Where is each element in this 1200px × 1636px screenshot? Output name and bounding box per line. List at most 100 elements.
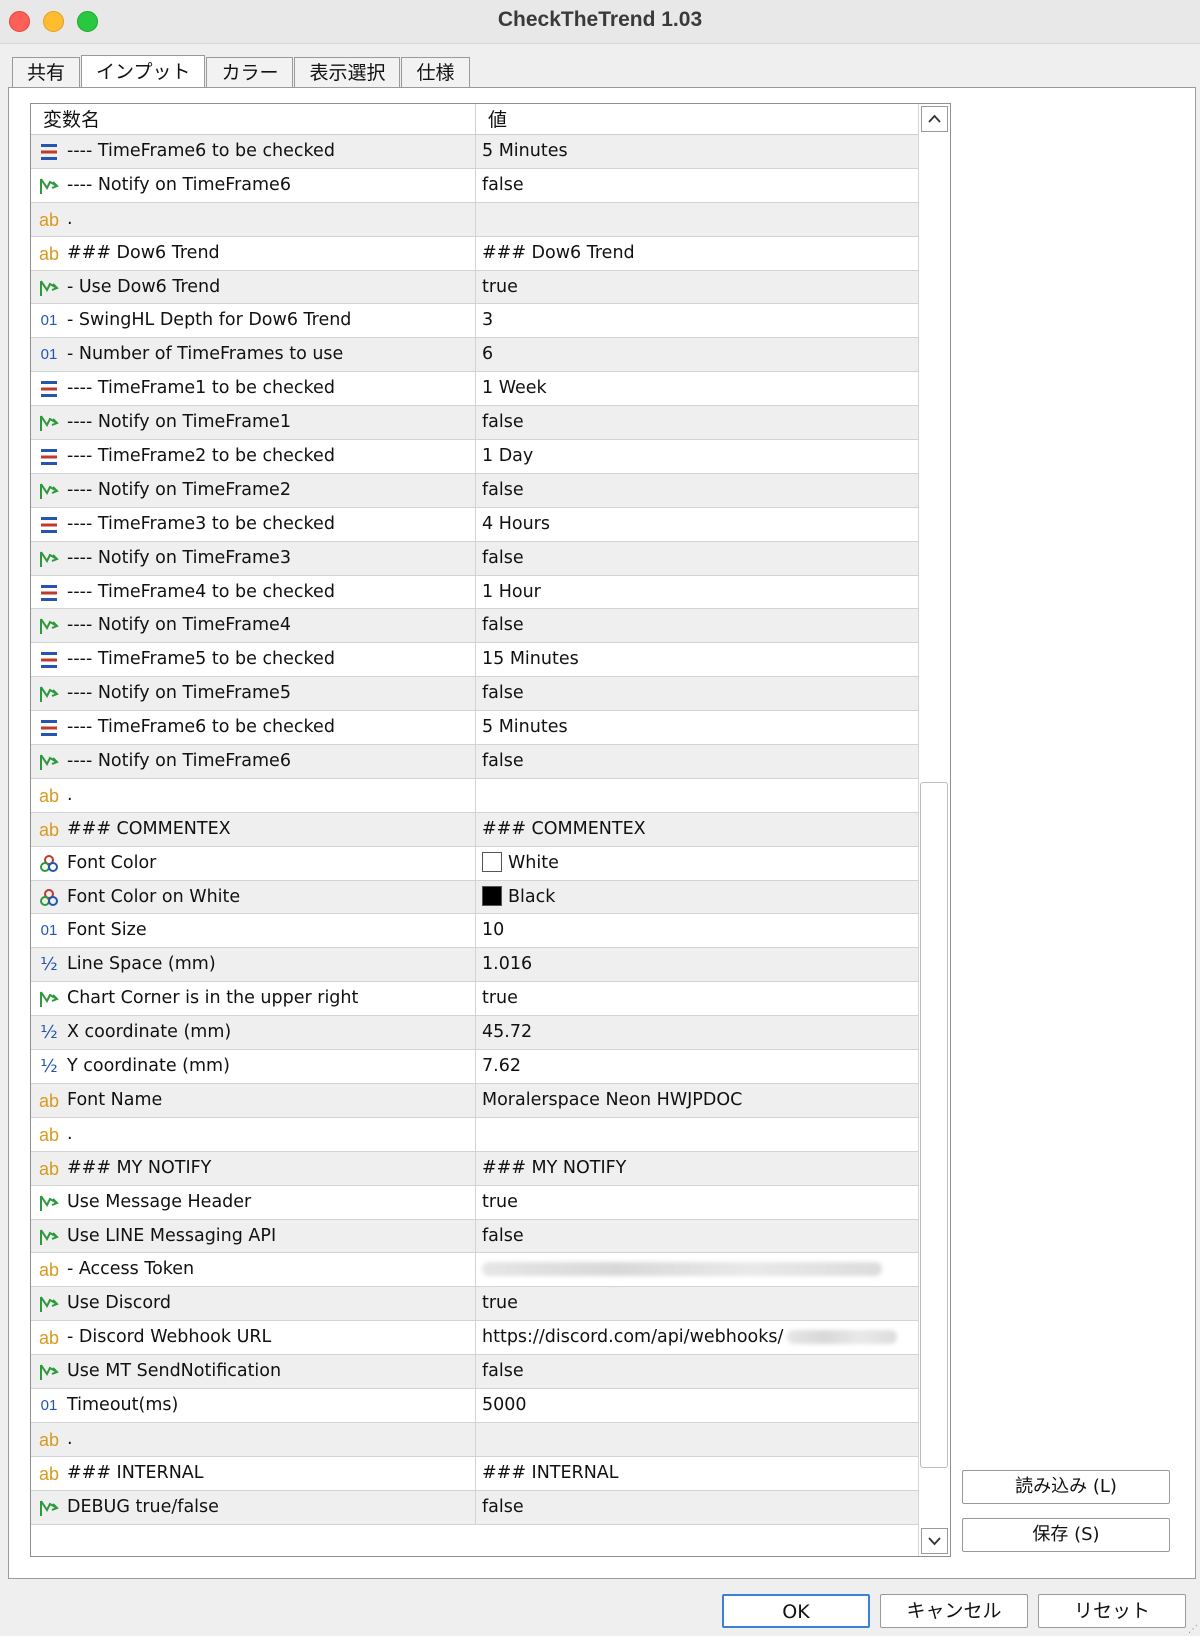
param-value-cell[interactable]: 1 Day xyxy=(476,440,918,473)
param-value-cell[interactable]: https://discord.com/api/webhooks/ xyxy=(476,1321,918,1354)
table-row[interactable]: 01 - SwingHL Depth for Dow6 Trend 3 xyxy=(31,304,918,339)
cancel-button[interactable]: キャンセル xyxy=(880,1594,1028,1628)
param-value-cell[interactable]: White xyxy=(476,847,918,880)
param-value-cell[interactable]: true xyxy=(476,1287,918,1320)
table-row[interactable]: 01 - Number of TimeFrames to use 6 xyxy=(31,338,918,373)
table-row[interactable]: 01 Timeout(ms) 5000 xyxy=(31,1388,918,1423)
table-row[interactable]: ---- Notify on TimeFrame2 false xyxy=(31,473,918,508)
table-row[interactable]: ---- Notify on TimeFrame1 false xyxy=(31,406,918,441)
tab-4[interactable]: 仕様 xyxy=(401,57,470,88)
table-row[interactable]: DEBUG true/false false xyxy=(31,1490,918,1525)
param-value-cell[interactable]: 5 Minutes xyxy=(476,135,918,168)
param-value-cell[interactable]: 7.62 xyxy=(476,1050,918,1083)
table-row[interactable]: ab ### COMMENTEX ### COMMENTEX xyxy=(31,812,918,847)
param-value-cell[interactable]: 5 Minutes xyxy=(476,711,918,744)
table-row[interactable]: - Use Dow6 Trend true xyxy=(31,270,918,305)
param-value-cell[interactable]: false xyxy=(476,474,918,507)
table-row[interactable]: ---- Notify on TimeFrame3 false xyxy=(31,541,918,576)
table-row[interactable]: ---- Notify on TimeFrame6 false xyxy=(31,745,918,779)
table-row[interactable]: ---- Notify on TimeFrame6 false xyxy=(31,168,918,203)
table-row[interactable]: Font Color White xyxy=(31,846,918,881)
reset-button[interactable]: リセット xyxy=(1038,1594,1186,1628)
tab-1[interactable]: インプット xyxy=(81,55,206,88)
table-row[interactable]: Chart Corner is in the upper right true xyxy=(31,982,918,1017)
table-row[interactable]: 01 Font Size 10 xyxy=(31,914,918,949)
param-value-cell[interactable]: ### MY NOTIFY xyxy=(476,1152,918,1185)
table-row[interactable]: ---- TimeFrame1 to be checked 1 Week xyxy=(31,372,918,407)
table-row[interactable]: ½ X coordinate (mm) 45.72 xyxy=(31,1016,918,1051)
param-value-cell[interactable] xyxy=(476,1423,918,1456)
table-row[interactable]: ½ Y coordinate (mm) 7.62 xyxy=(31,1050,918,1084)
vertical-scrollbar[interactable] xyxy=(918,104,950,1556)
tab-3[interactable]: 表示選択 xyxy=(294,57,401,88)
table-row[interactable]: Use Discord true xyxy=(31,1287,918,1322)
table-row[interactable]: Font Color on White Black xyxy=(31,880,918,915)
param-value-cell[interactable]: true xyxy=(476,1186,918,1219)
table-row[interactable]: ---- TimeFrame5 to be checked 15 Minutes xyxy=(31,643,918,678)
ok-button[interactable]: OK xyxy=(722,1594,870,1628)
param-value-cell[interactable]: 4 Hours xyxy=(476,508,918,541)
param-value-cell[interactable]: 6 xyxy=(476,338,918,371)
table-row[interactable]: ---- TimeFrame4 to be checked 1 Hour xyxy=(31,575,918,610)
param-value-cell[interactable]: Black xyxy=(476,881,918,914)
table-row[interactable]: ab. xyxy=(31,1117,918,1152)
table-row[interactable]: ---- TimeFrame2 to be checked 1 Day xyxy=(31,440,918,474)
table-row[interactable]: ab - Access Token xyxy=(31,1253,918,1288)
param-value-cell[interactable] xyxy=(476,779,918,812)
table-row[interactable]: ab. xyxy=(31,778,918,813)
tab-0[interactable]: 共有 xyxy=(12,57,81,88)
load-button[interactable]: 読み込み (L) xyxy=(962,1470,1170,1504)
param-value-cell[interactable]: ### COMMENTEX xyxy=(476,813,918,846)
color-icon xyxy=(38,853,60,875)
resize-grip-icon[interactable]: ⋰ xyxy=(1188,1624,1198,1635)
param-value-cell[interactable]: false xyxy=(476,406,918,439)
table-row[interactable]: ---- TimeFrame3 to be checked 4 Hours xyxy=(31,507,918,542)
param-value-cell[interactable]: Moralerspace Neon HWJPDOC xyxy=(476,1084,918,1117)
table-row[interactable]: ab - Discord Webhook URL https://discord.c… xyxy=(31,1321,918,1356)
param-value-cell[interactable]: false xyxy=(476,169,918,202)
column-header-name[interactable]: 変数名 xyxy=(31,104,476,135)
param-value-cell[interactable]: false xyxy=(476,1355,918,1388)
table-row[interactable]: ---- TimeFrame6 to be checked 5 Minutes xyxy=(31,711,918,746)
scroll-thumb[interactable] xyxy=(920,782,948,1468)
tab-2[interactable]: カラー xyxy=(206,57,294,88)
table-row[interactable]: ½ Line Space (mm) 1.016 xyxy=(31,948,918,983)
param-value-cell[interactable]: false xyxy=(476,677,918,710)
column-header-value[interactable]: 値 xyxy=(476,104,918,135)
param-value-cell[interactable]: 5000 xyxy=(476,1389,918,1422)
table-row[interactable]: Use MT SendNotification false xyxy=(31,1355,918,1389)
param-value-cell[interactable]: false xyxy=(476,1491,918,1524)
param-value-cell[interactable]: 15 Minutes xyxy=(476,643,918,676)
table-row[interactable]: ab. xyxy=(31,202,918,237)
param-value-cell[interactable] xyxy=(476,1118,918,1151)
param-value-cell[interactable]: false xyxy=(476,542,918,575)
param-value-cell[interactable]: 45.72 xyxy=(476,1016,918,1049)
table-row[interactable]: ---- TimeFrame6 to be checked 5 Minutes xyxy=(31,135,918,169)
table-row[interactable]: Use Message Header true xyxy=(31,1185,918,1220)
param-value-cell[interactable]: true xyxy=(476,271,918,304)
table-row[interactable]: ab Font Name Moralerspace Neon HWJPDOC xyxy=(31,1083,918,1118)
param-value-cell[interactable]: 3 xyxy=(476,304,918,337)
save-button[interactable]: 保存 (S) xyxy=(962,1518,1170,1552)
param-value-cell[interactable]: ### Dow6 Trend xyxy=(476,237,918,270)
param-value-cell[interactable]: ### INTERNAL xyxy=(476,1457,918,1490)
param-value-cell[interactable]: false xyxy=(476,1220,918,1253)
table-row[interactable]: ab ### MY NOTIFY ### MY NOTIFY xyxy=(31,1151,918,1186)
table-row[interactable]: ---- Notify on TimeFrame5 false xyxy=(31,677,918,712)
param-value-cell[interactable]: 10 xyxy=(476,914,918,947)
param-value-cell[interactable] xyxy=(476,1253,918,1286)
scroll-down-button[interactable] xyxy=(921,1528,948,1554)
scroll-up-button[interactable] xyxy=(921,106,948,132)
table-row[interactable]: ab ### INTERNAL ### INTERNAL xyxy=(31,1456,918,1491)
table-row[interactable]: Use LINE Messaging API false xyxy=(31,1219,918,1254)
table-row[interactable]: ---- Notify on TimeFrame4 false xyxy=(31,609,918,644)
param-value-cell[interactable]: 1 Week xyxy=(476,372,918,405)
param-value-cell[interactable]: false xyxy=(476,609,918,642)
param-value-cell[interactable]: true xyxy=(476,982,918,1015)
param-value-cell[interactable]: 1 Hour xyxy=(476,576,918,609)
param-value-cell[interactable]: false xyxy=(476,745,918,778)
param-value-cell[interactable] xyxy=(476,203,918,236)
table-row[interactable]: ab. xyxy=(31,1422,918,1457)
param-value-cell[interactable]: 1.016 xyxy=(476,948,918,981)
table-row[interactable]: ab ### Dow6 Trend ### Dow6 Trend xyxy=(31,236,918,271)
